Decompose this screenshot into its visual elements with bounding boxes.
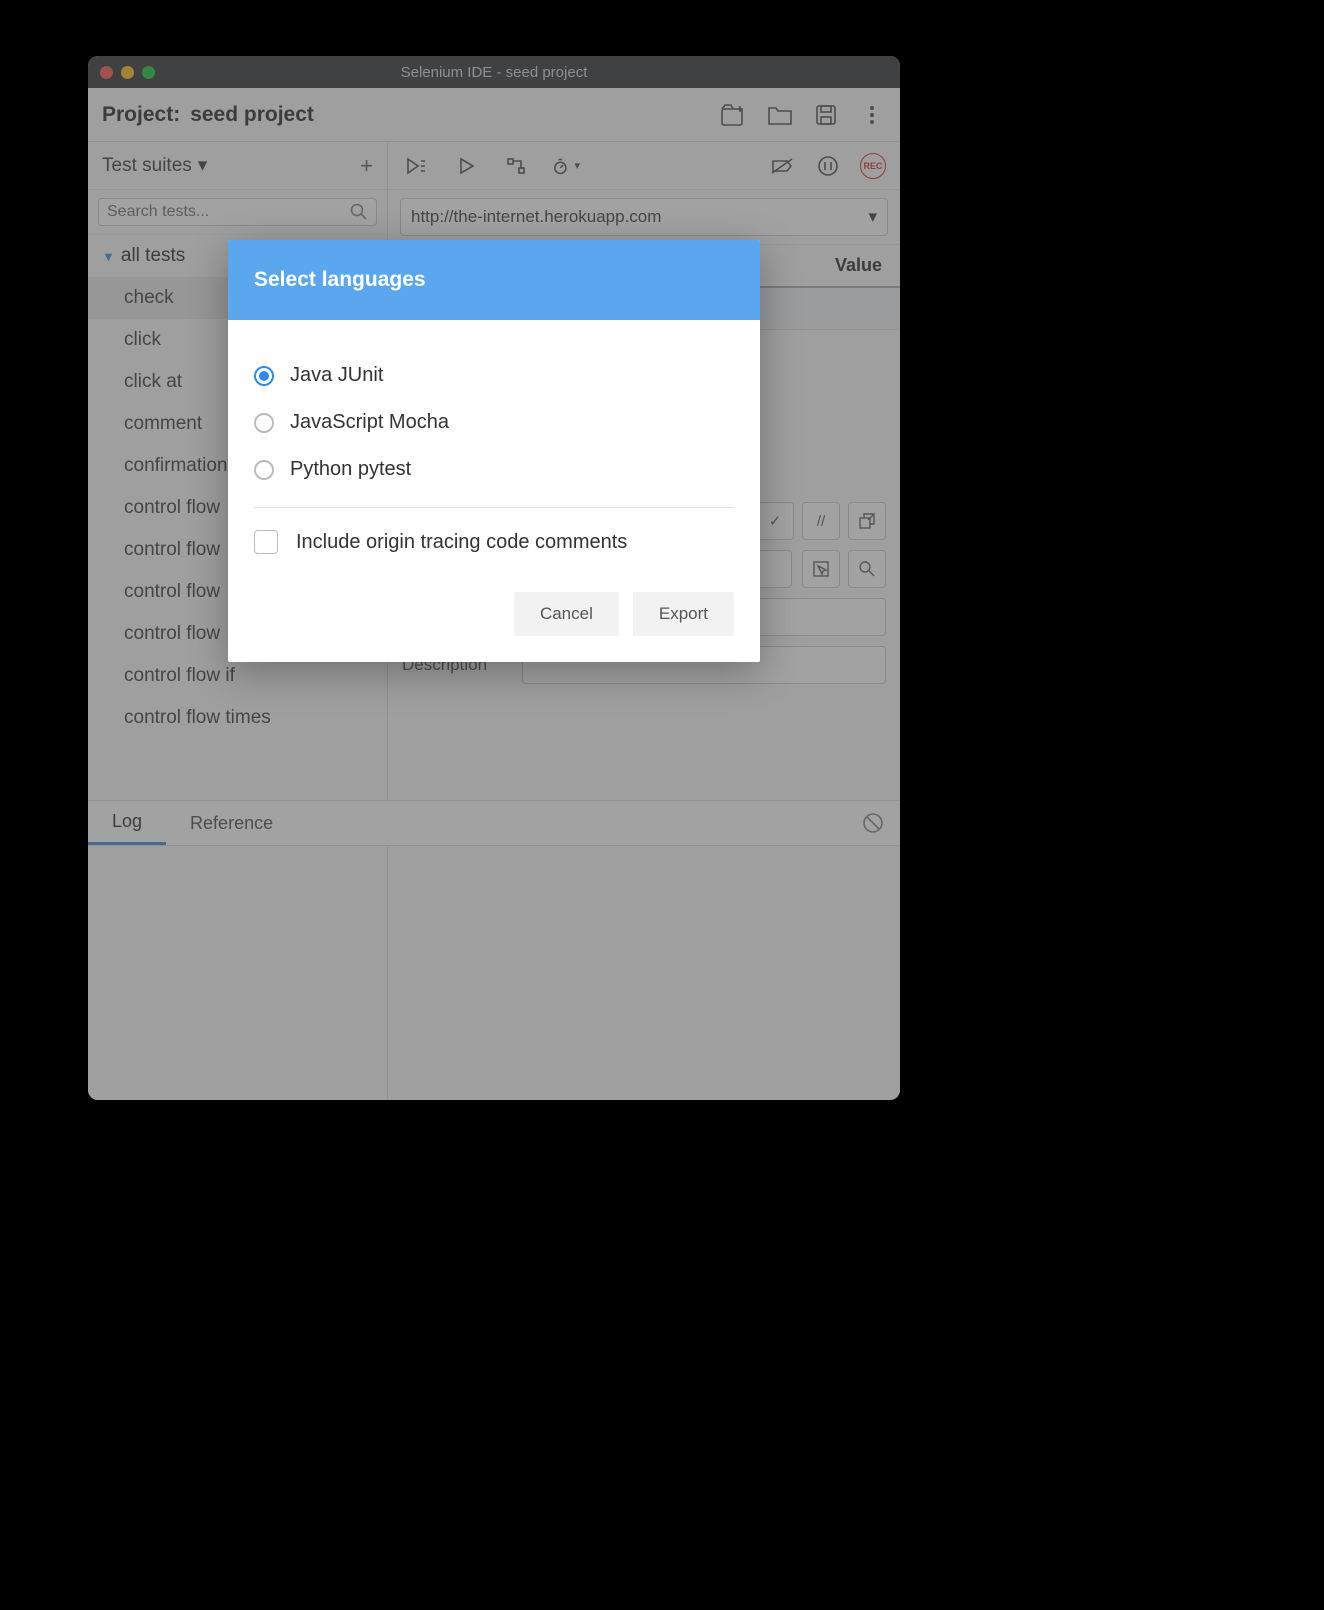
checkbox-icon [254, 530, 278, 554]
modal-title: Select languages [228, 240, 760, 320]
export-modal: Select languages Java JUnit JavaScript M… [228, 240, 760, 662]
radio-icon [254, 460, 274, 480]
radio-icon [254, 366, 274, 386]
option-label: Java JUnit [290, 364, 383, 387]
app-window: Selenium IDE - seed project Project: see… [88, 56, 900, 1100]
checkbox-label: Include origin tracing code comments [296, 531, 627, 554]
divider [254, 507, 734, 508]
modal-overlay[interactable]: Select languages Java JUnit JavaScript M… [88, 56, 900, 1100]
cancel-button[interactable]: Cancel [514, 592, 619, 636]
language-option[interactable]: JavaScript Mocha [254, 399, 734, 446]
language-option[interactable]: Java JUnit [254, 352, 734, 399]
option-label: Python pytest [290, 458, 411, 481]
export-button[interactable]: Export [633, 592, 734, 636]
radio-icon [254, 413, 274, 433]
option-label: JavaScript Mocha [290, 411, 449, 434]
language-option[interactable]: Python pytest [254, 446, 734, 493]
tracing-checkbox-row[interactable]: Include origin tracing code comments [254, 522, 734, 562]
